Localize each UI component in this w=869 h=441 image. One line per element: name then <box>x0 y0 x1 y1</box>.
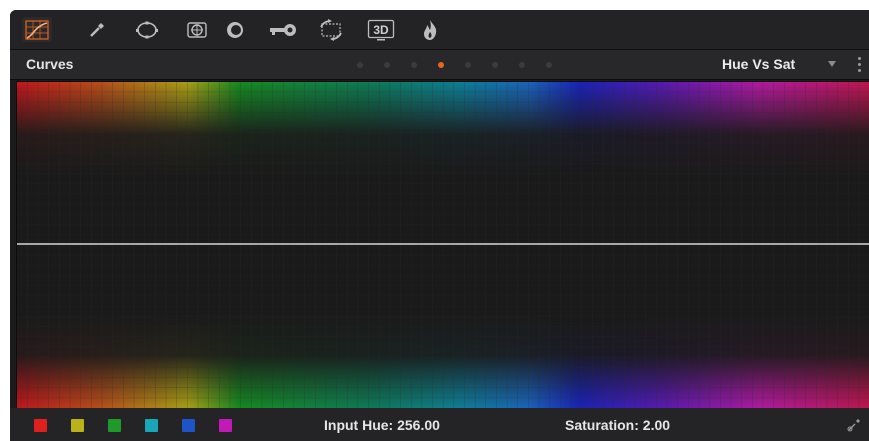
curves-tool-button[interactable] <box>22 17 52 42</box>
curves-icon <box>25 19 49 40</box>
qualifier-eyedropper-icon <box>87 20 107 40</box>
page-dot[interactable] <box>384 62 390 68</box>
swatch-blue[interactable] <box>182 419 195 432</box>
page-dot[interactable] <box>546 62 552 68</box>
3d-icon: 3D <box>367 19 395 41</box>
window-tool-button[interactable] <box>132 17 162 42</box>
sizing-tool-button[interactable] <box>316 17 346 42</box>
input-hue-readout: Input Hue: 256.00 <box>324 417 440 433</box>
page-dot[interactable] <box>411 62 417 68</box>
fx-flame-icon <box>421 19 439 41</box>
chevron-down-icon[interactable] <box>828 61 836 67</box>
swatch-green[interactable] <box>108 419 121 432</box>
blur-tool-button[interactable] <box>220 17 250 42</box>
curve-mode-select[interactable]: Hue Vs Sat <box>722 56 795 72</box>
swatch-yellow[interactable] <box>71 419 84 432</box>
power-window-icon <box>134 20 160 40</box>
key-icon <box>268 20 298 40</box>
tracker-tool-button[interactable] <box>182 17 212 42</box>
swatch-red[interactable] <box>34 419 47 432</box>
saturation-readout: Saturation: 2.00 <box>565 417 671 433</box>
curves-header: Curves Hue Vs Sat <box>10 50 869 80</box>
3d-icon-label: 3D <box>373 23 389 37</box>
palette-toolbar: 3D <box>10 10 869 50</box>
page-dot[interactable] <box>465 62 471 68</box>
qualifier-tool-button[interactable] <box>82 17 112 42</box>
eyedropper-icon[interactable] <box>847 418 861 437</box>
swatch-cyan[interactable] <box>145 419 158 432</box>
key-tool-button[interactable] <box>268 17 298 42</box>
sizing-icon <box>316 18 346 41</box>
options-menu-icon[interactable] <box>858 57 861 73</box>
panel-title: Curves <box>26 56 74 72</box>
page-dot[interactable] <box>492 62 498 68</box>
fx-tool-button[interactable] <box>415 17 445 42</box>
curve-canvas[interactable] <box>17 82 869 408</box>
curves-footer: Input Hue: 256.00 Saturation: 2.00 <box>10 408 869 441</box>
curves-panel: 3D Curves Hue Vs Sat Input Hue: 256.00 S… <box>10 10 869 441</box>
swatch-magenta[interactable] <box>219 419 232 432</box>
hue-vs-sat-graph[interactable] <box>16 81 869 409</box>
3d-tool-button[interactable]: 3D <box>366 17 396 42</box>
page-indicator <box>357 62 552 70</box>
page-dot[interactable] <box>357 62 363 68</box>
page-dot[interactable] <box>438 62 444 68</box>
blur-icon <box>224 20 246 40</box>
page-dot[interactable] <box>519 62 525 68</box>
tracker-icon <box>186 20 208 40</box>
